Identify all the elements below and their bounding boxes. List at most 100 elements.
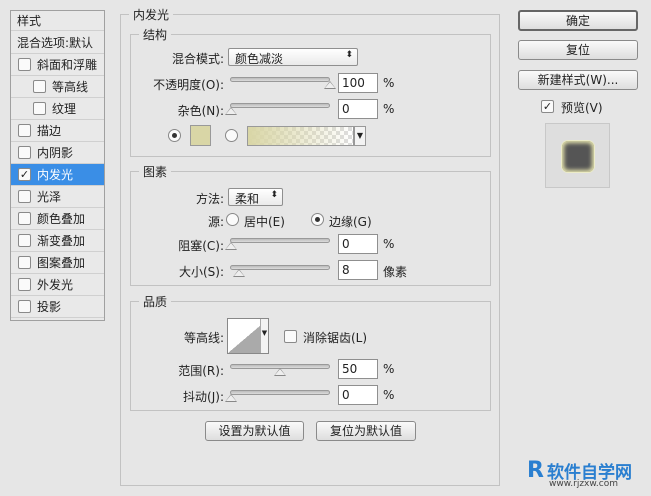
style-checkbox[interactable]	[18, 190, 31, 203]
slider-thumb[interactable]	[233, 269, 245, 277]
slider-thumb[interactable]	[225, 394, 237, 402]
slider-thumb[interactable]	[225, 242, 237, 250]
percent-label: %	[383, 237, 395, 251]
watermark-url: www.rjzxw.com	[549, 479, 618, 489]
style-item-label: 斜面和浮雕	[37, 58, 98, 72]
slider-thumb[interactable]	[274, 368, 286, 376]
pixels-label: 像素	[383, 265, 408, 279]
style-item[interactable]: 光泽	[11, 186, 104, 208]
watermark: R 软件自学网 www.rjzxw.com	[527, 458, 647, 492]
gradient-picker[interactable]	[247, 126, 354, 146]
opacity-input[interactable]: 100	[338, 73, 378, 93]
jitter-input[interactable]: 0	[338, 385, 378, 405]
style-item[interactable]: 外发光	[11, 274, 104, 296]
center-label: 居中(E)	[244, 215, 285, 229]
percent-label: %	[383, 388, 395, 402]
preview-checkbox[interactable]: ✓	[541, 100, 554, 113]
style-item[interactable]: 渐变叠加	[11, 230, 104, 252]
percent-label: %	[383, 76, 395, 90]
solid-color-radio[interactable]	[168, 129, 181, 142]
percent-label: %	[383, 362, 395, 376]
contour-dropdown-icon[interactable]: ▼	[260, 319, 268, 353]
style-checkbox[interactable]	[18, 146, 31, 159]
gradient-radio[interactable]	[225, 129, 238, 142]
jitter-slider[interactable]	[225, 390, 330, 402]
new-style-button[interactable]: 新建样式(W)...	[518, 70, 638, 90]
style-item-label: 描边	[37, 124, 62, 138]
style-preview	[545, 123, 610, 188]
style-item[interactable]: 投影	[11, 296, 104, 318]
style-checkbox[interactable]	[18, 58, 31, 71]
style-checkbox[interactable]: ✓	[18, 168, 31, 181]
style-checkbox[interactable]	[18, 256, 31, 269]
ok-button[interactable]: 确定	[518, 10, 638, 31]
updown-icon: ⬍	[345, 50, 353, 60]
antialias-label: 消除锯齿(L)	[303, 331, 368, 345]
choke-label: 阻塞(C):	[178, 239, 224, 253]
glow-color-swatch[interactable]	[190, 125, 211, 146]
style-item-label: 外发光	[37, 278, 74, 292]
make-default-button[interactable]: 设置为默认值	[205, 421, 304, 441]
choke-slider[interactable]	[225, 238, 330, 250]
updown-icon: ⬍	[270, 190, 278, 200]
style-item[interactable]: 图案叠加	[11, 252, 104, 274]
style-checkbox[interactable]	[18, 234, 31, 247]
style-item-label: 投影	[37, 300, 62, 314]
source-center-radio[interactable]	[226, 213, 239, 226]
style-checkbox[interactable]	[33, 102, 46, 115]
style-item[interactable]: 斜面和浮雕	[11, 54, 104, 76]
size-label: 大小(S):	[178, 265, 224, 279]
noise-input[interactable]: 0	[338, 99, 378, 119]
opacity-slider[interactable]	[230, 77, 336, 89]
slider-thumb[interactable]	[225, 107, 237, 115]
choke-input[interactable]: 0	[338, 234, 378, 254]
reset-button[interactable]: 复位	[518, 40, 638, 60]
percent-label: %	[383, 102, 395, 116]
elements-title: 图素	[143, 165, 168, 179]
noise-slider[interactable]	[225, 103, 330, 115]
style-item[interactable]: ✓ 内发光	[11, 164, 104, 186]
style-item[interactable]: 描边	[11, 120, 104, 142]
blend-mode-select[interactable]: 颜色减淡 ⬍	[228, 48, 358, 66]
range-input[interactable]: 50	[338, 359, 378, 379]
styles-header[interactable]: 样式	[11, 11, 104, 31]
style-checkbox[interactable]	[18, 278, 31, 291]
source-edge-radio[interactable]	[311, 213, 324, 226]
style-checkbox[interactable]	[33, 80, 46, 93]
contour-picker[interactable]: ▼	[227, 318, 269, 354]
style-item[interactable]: 纹理	[11, 98, 104, 120]
preview-label: 预览(V)	[561, 101, 603, 115]
style-checkbox[interactable]	[18, 124, 31, 137]
antialias-checkbox[interactable]	[284, 330, 297, 343]
blending-options[interactable]: 混合选项:默认	[11, 31, 104, 54]
preview-swatch	[562, 141, 594, 172]
style-item-label: 渐变叠加	[37, 234, 86, 248]
style-item-label: 纹理	[52, 102, 77, 116]
size-slider[interactable]	[230, 265, 330, 277]
contour-label: 等高线:	[183, 331, 224, 345]
style-checkbox[interactable]	[18, 212, 31, 225]
slider-thumb[interactable]	[324, 81, 336, 89]
style-item-label: 内阴影	[37, 146, 74, 160]
inner-glow-title: 内发光	[133, 8, 170, 22]
blend-mode-value: 颜色减淡	[235, 52, 284, 66]
gradient-dropdown-icon[interactable]: ▼	[354, 126, 366, 146]
noise-label: 杂色(N):	[177, 104, 224, 118]
range-slider[interactable]	[230, 364, 330, 376]
quality-title: 品质	[143, 295, 168, 309]
style-item-label: 内发光	[37, 168, 74, 182]
jitter-label: 抖动(J):	[183, 390, 224, 404]
style-checkbox[interactable]	[18, 300, 31, 313]
style-item[interactable]: 内阴影	[11, 142, 104, 164]
method-label: 方法:	[195, 192, 224, 206]
structure-title: 结构	[143, 28, 168, 42]
style-item-label: 图案叠加	[37, 256, 86, 270]
style-item-label: 光泽	[37, 190, 62, 204]
style-item-label: 等高线	[52, 80, 89, 94]
method-select[interactable]: 柔和 ⬍	[228, 188, 283, 206]
style-item[interactable]: 等高线	[11, 76, 104, 98]
style-item[interactable]: 颜色叠加	[11, 208, 104, 230]
reset-to-default-button[interactable]: 复位为默认值	[316, 421, 416, 441]
size-input[interactable]: 8	[338, 260, 378, 280]
blend-mode-label: 混合模式:	[171, 52, 224, 66]
